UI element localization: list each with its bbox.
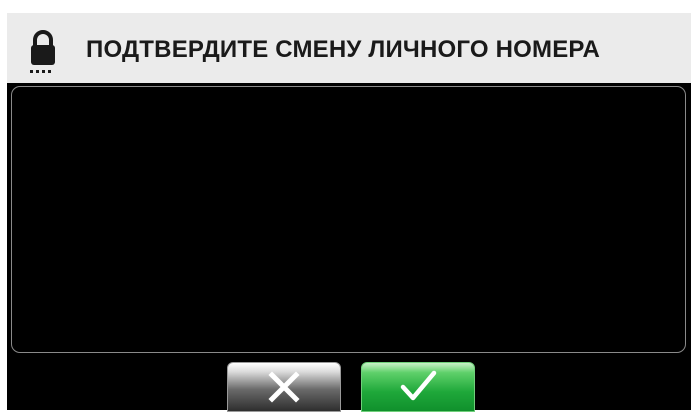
dialog-title: ПОДТВЕРДИТЕ СМЕНУ ЛИЧНОГО НОМЕРА <box>86 36 601 63</box>
lock-icon <box>29 29 57 75</box>
device-frame: ПОДТВЕРДИТЕ СМЕНУ ЛИЧНОГО НОМЕРА <box>0 0 691 412</box>
check-icon <box>398 369 438 405</box>
close-icon <box>266 369 302 405</box>
content-panel <box>11 86 686 353</box>
confirm-button[interactable] <box>361 362 475 412</box>
cancel-button[interactable] <box>227 362 341 412</box>
dialog-header: ПОДТВЕРДИТЕ СМЕНУ ЛИЧНОГО НОМЕРА <box>7 13 691 83</box>
